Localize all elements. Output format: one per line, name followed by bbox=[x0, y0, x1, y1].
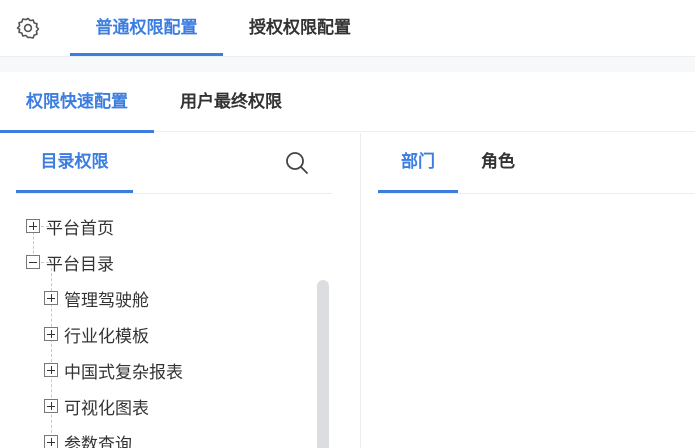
tree-node-label: 平台目录 bbox=[46, 254, 114, 275]
tree-node-label: 管理驾驶舱 bbox=[64, 290, 149, 311]
tab-directory-permission[interactable]: 目录权限 bbox=[16, 133, 133, 193]
tree-node-label: 平台首页 bbox=[46, 218, 114, 239]
collapse-minus-icon[interactable] bbox=[26, 255, 40, 269]
top-bar: 普通权限配置 授权权限配置 bbox=[0, 0, 695, 57]
tree-node-visual-chart[interactable]: 可视化图表 bbox=[44, 388, 149, 424]
search-icon[interactable] bbox=[284, 150, 310, 176]
permission-panel: 权限快速配置 用户最终权限 目录权限 平台首页 平台目录 管理驾驶舱 行业化模板… bbox=[0, 72, 695, 448]
tree-node-industry-template[interactable]: 行业化模板 bbox=[44, 316, 149, 352]
directory-permission-pane: 目录权限 平台首页 平台目录 管理驾驶舱 行业化模板 中国式复杂报表 可视化图表… bbox=[0, 133, 361, 448]
directory-pane-header: 目录权限 bbox=[16, 133, 332, 194]
tree-node-management-cockpit[interactable]: 管理驾驶舱 bbox=[44, 280, 149, 316]
tree-node-platform-directory[interactable]: 平台目录 bbox=[26, 244, 114, 280]
assignee-pane: 部门 角色 bbox=[362, 133, 695, 448]
tree-node-chinese-complex-report[interactable]: 中国式复杂报表 bbox=[44, 352, 183, 388]
tree-scrollbar[interactable] bbox=[317, 280, 329, 448]
directory-tree: 平台首页 平台目录 管理驾驶舱 行业化模板 中国式复杂报表 可视化图表 参数查询 bbox=[0, 207, 318, 448]
tree-node-label: 中国式复杂报表 bbox=[64, 362, 183, 383]
tab-quick-permission-config[interactable]: 权限快速配置 bbox=[0, 72, 154, 133]
assignee-pane-header: 部门 角色 bbox=[378, 133, 695, 194]
tab-normal-permission-config[interactable]: 普通权限配置 bbox=[70, 0, 223, 56]
expand-plus-icon[interactable] bbox=[44, 363, 58, 377]
tab-grant-permission-config[interactable]: 授权权限配置 bbox=[230, 0, 370, 56]
tab-user-final-permission[interactable]: 用户最终权限 bbox=[162, 72, 300, 132]
tree-node-label: 参数查询 bbox=[64, 434, 132, 448]
tree-node-label: 可视化图表 bbox=[64, 398, 149, 419]
expand-plus-icon[interactable] bbox=[44, 435, 58, 448]
settings-gear-icon[interactable] bbox=[14, 14, 42, 42]
tab-department[interactable]: 部门 bbox=[378, 133, 458, 193]
tree-node-platform-home[interactable]: 平台首页 bbox=[26, 208, 114, 244]
tab-role[interactable]: 角色 bbox=[466, 133, 530, 192]
expand-plus-icon[interactable] bbox=[44, 291, 58, 305]
tree-node-parameter-query[interactable]: 参数查询 bbox=[44, 424, 132, 448]
expand-plus-icon[interactable] bbox=[26, 219, 40, 233]
tree-node-label: 行业化模板 bbox=[64, 326, 149, 347]
sub-tab-bar: 权限快速配置 用户最终权限 bbox=[0, 72, 695, 133]
expand-plus-icon[interactable] bbox=[44, 327, 58, 341]
expand-plus-icon[interactable] bbox=[44, 399, 58, 413]
